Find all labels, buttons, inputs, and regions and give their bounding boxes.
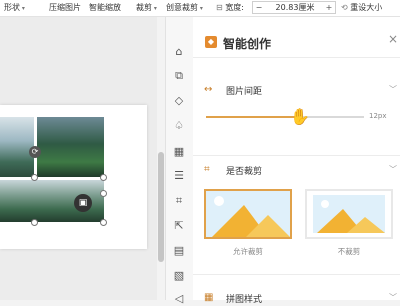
more-icon[interactable]: ◁: [172, 292, 186, 306]
smart-create-logo: ◆: [205, 36, 217, 48]
resize-handle[interactable]: [100, 190, 107, 197]
resize-handle[interactable]: [31, 174, 38, 181]
width-icon: ⊟: [216, 3, 223, 12]
width-increase-button[interactable]: +: [323, 2, 335, 13]
smart-create-panel: ◆ 智能创作 × ↔ 图片间距 ﹀ 12px ✋ ⌗ 是否裁剪 ﹀ 允许裁剪 不…: [193, 17, 400, 305]
width-decrease-button[interactable]: −: [253, 2, 265, 13]
smart-zoom-button[interactable]: 智能缩放: [89, 2, 121, 14]
layout-style-icon: ▦: [204, 292, 214, 303]
reset-icon: ⟲: [341, 3, 348, 12]
archive-icon[interactable]: ▤: [172, 244, 186, 258]
resize-handle[interactable]: [31, 219, 38, 226]
width-input[interactable]: 20.83厘米: [267, 2, 323, 13]
reset-size-button[interactable]: ⟲ 重设大小: [341, 2, 382, 14]
hand-cursor-icon: ✋: [290, 107, 310, 126]
spacing-value: 12px: [369, 112, 387, 120]
compress-image-button[interactable]: 压缩图片: [49, 2, 81, 14]
top-toolbar: 形状 ▾ 压缩图片 智能缩放 裁剪 ▾ 创意裁剪 ▾ ⊟ 宽度: − 20.83…: [0, 0, 400, 17]
allow-crop-option[interactable]: [204, 189, 292, 239]
chevron-down-icon: ▾: [20, 5, 25, 12]
collage-photo[interactable]: [37, 117, 104, 177]
shapes-icon[interactable]: ◇: [172, 94, 186, 108]
spacing-section-title: 图片间距: [226, 87, 263, 97]
resize-handle[interactable]: [100, 174, 107, 181]
chevron-down-icon: ▾: [152, 5, 157, 12]
spacing-icon: ↔: [204, 84, 213, 95]
fill-icon[interactable]: ♤: [172, 119, 186, 133]
landscape-illustration: [206, 191, 290, 237]
no-crop-option[interactable]: [305, 189, 393, 239]
image-icon[interactable]: ▣: [74, 194, 92, 212]
chevron-down-icon: ▾: [198, 5, 203, 12]
crop-section-title: 是否裁剪: [226, 167, 263, 177]
side-icon-bar: ⌂ ⧉ ◇ ♤ ▦ ☰ ⌗ ⇱ ▤ ▧ ◁: [165, 17, 194, 305]
resize-handle[interactable]: [100, 219, 107, 226]
creative-crop-menu[interactable]: 创意裁剪 ▾: [166, 2, 203, 14]
spacing-slider-fill: [206, 116, 301, 118]
copy-icon[interactable]: ⧉: [172, 69, 186, 83]
picture-icon[interactable]: ▧: [172, 269, 186, 283]
crop-icon[interactable]: ⌗: [172, 194, 186, 208]
collage-photo[interactable]: [0, 117, 34, 177]
export-icon[interactable]: ⇱: [172, 219, 186, 233]
replace-image-icon[interactable]: ⟳: [29, 146, 41, 158]
grid-icon[interactable]: ▦: [172, 145, 186, 159]
width-label: ⊟ 宽度:: [216, 3, 244, 12]
chevron-down-icon[interactable]: ﹀: [389, 292, 397, 303]
chevron-down-icon[interactable]: ﹀: [389, 84, 397, 95]
divider: [193, 155, 400, 156]
shape-menu[interactable]: 形状 ▾: [4, 2, 25, 14]
close-icon[interactable]: ×: [388, 32, 398, 46]
panel-header: ◆ 智能创作 ×: [193, 17, 400, 58]
editor-canvas[interactable]: ⟳ ▣: [0, 17, 158, 300]
divider: [193, 274, 400, 275]
scrollbar-thumb[interactable]: [158, 152, 164, 262]
allow-crop-label: 允许裁剪: [233, 247, 263, 256]
chevron-down-icon[interactable]: ﹀: [389, 164, 397, 175]
settings-sliders-icon[interactable]: ☰: [172, 169, 186, 183]
layout-style-section-title: 拼图样式: [226, 295, 263, 305]
spacing-slider[interactable]: [206, 116, 364, 118]
crop-section-icon: ⌗: [204, 164, 210, 175]
slide[interactable]: ⟳ ▣: [0, 105, 147, 249]
pin-icon[interactable]: ⌂: [172, 45, 186, 59]
panel-title: 智能创作: [223, 37, 272, 51]
crop-menu[interactable]: 裁剪 ▾: [136, 2, 157, 14]
landscape-illustration: [307, 191, 391, 237]
no-crop-label: 不裁剪: [337, 247, 361, 256]
width-stepper: − 20.83厘米 +: [252, 1, 336, 14]
